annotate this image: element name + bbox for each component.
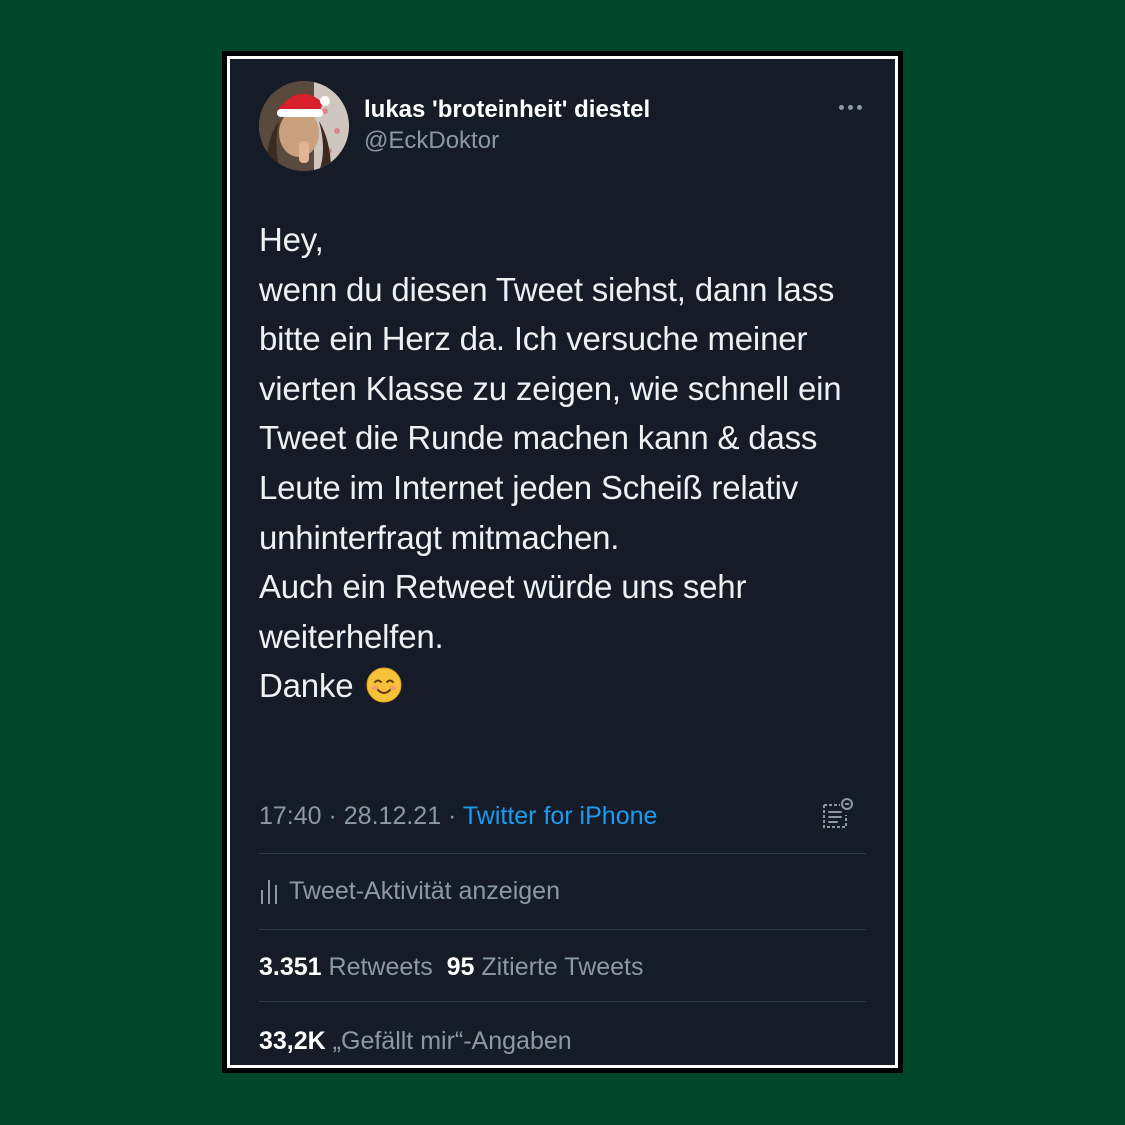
quotes-count: 95 [446, 953, 475, 981]
quotes-stat[interactable]: 95 Zitierte Tweets [447, 950, 644, 984]
like-stats: 33,2K „Gefällt mir“-Angaben [259, 1024, 572, 1058]
smiling-face-emoji-icon [366, 667, 402, 703]
screenshot-frame: lukas 'broteinheit' diestel @EckDoktor H… [222, 51, 903, 1073]
activity-bars-icon [261, 880, 277, 904]
retweets-label: Retweets [328, 953, 433, 981]
dot [838, 104, 844, 110]
tweet-body: Hey, wenn du diesen Tweet siehst, dann l… [259, 221, 842, 705]
likes-label: „Gefällt mir“-Angaben [332, 1027, 572, 1055]
tweet-card: lukas 'broteinheit' diestel @EckDoktor H… [227, 56, 898, 1068]
divider [259, 929, 866, 930]
tweet-source-link[interactable]: Twitter for iPhone [463, 802, 658, 830]
dot [847, 104, 853, 110]
tweet-date[interactable]: 28.12.21 [344, 802, 441, 830]
activity-label: Tweet-Aktivität anzeigen [289, 877, 560, 905]
likes-stat[interactable]: 33,2K „Gefällt mir“-Angaben [259, 1024, 572, 1058]
more-options-icon[interactable] [834, 97, 866, 117]
retweet-stats: 3.351 Retweets 95 Zitierte Tweets [259, 950, 644, 984]
tweet-time[interactable]: 17:40 [259, 802, 322, 830]
divider [259, 853, 866, 854]
meta-separator: · [321, 802, 344, 830]
quotes-label: Zitierte Tweets [481, 953, 644, 981]
likes-count: 33,2K [259, 1027, 326, 1055]
user-handle[interactable]: @EckDoktor [364, 125, 650, 157]
avatar[interactable] [259, 81, 349, 171]
tweet-activity-link[interactable]: Tweet-Aktivität anzeigen [259, 874, 560, 908]
user-names: lukas 'broteinheit' diestel @EckDoktor [364, 95, 650, 157]
tweet-meta: 17:40 · 28.12.21 · Twitter for iPhone [259, 799, 866, 833]
avatar-image [259, 81, 349, 171]
meta-separator: · [441, 802, 463, 830]
retweets-count: 3.351 [259, 953, 322, 981]
display-name[interactable]: lukas 'broteinheit' diestel [364, 95, 650, 125]
dot [856, 104, 862, 110]
tweet-text: Hey, wenn du diesen Tweet siehst, dann l… [259, 215, 866, 711]
notes-icon[interactable] [820, 797, 854, 831]
retweets-stat[interactable]: 3.351 Retweets [259, 950, 433, 984]
tweet-header: lukas 'broteinheit' diestel @EckDoktor [259, 81, 866, 171]
divider [259, 1001, 866, 1002]
